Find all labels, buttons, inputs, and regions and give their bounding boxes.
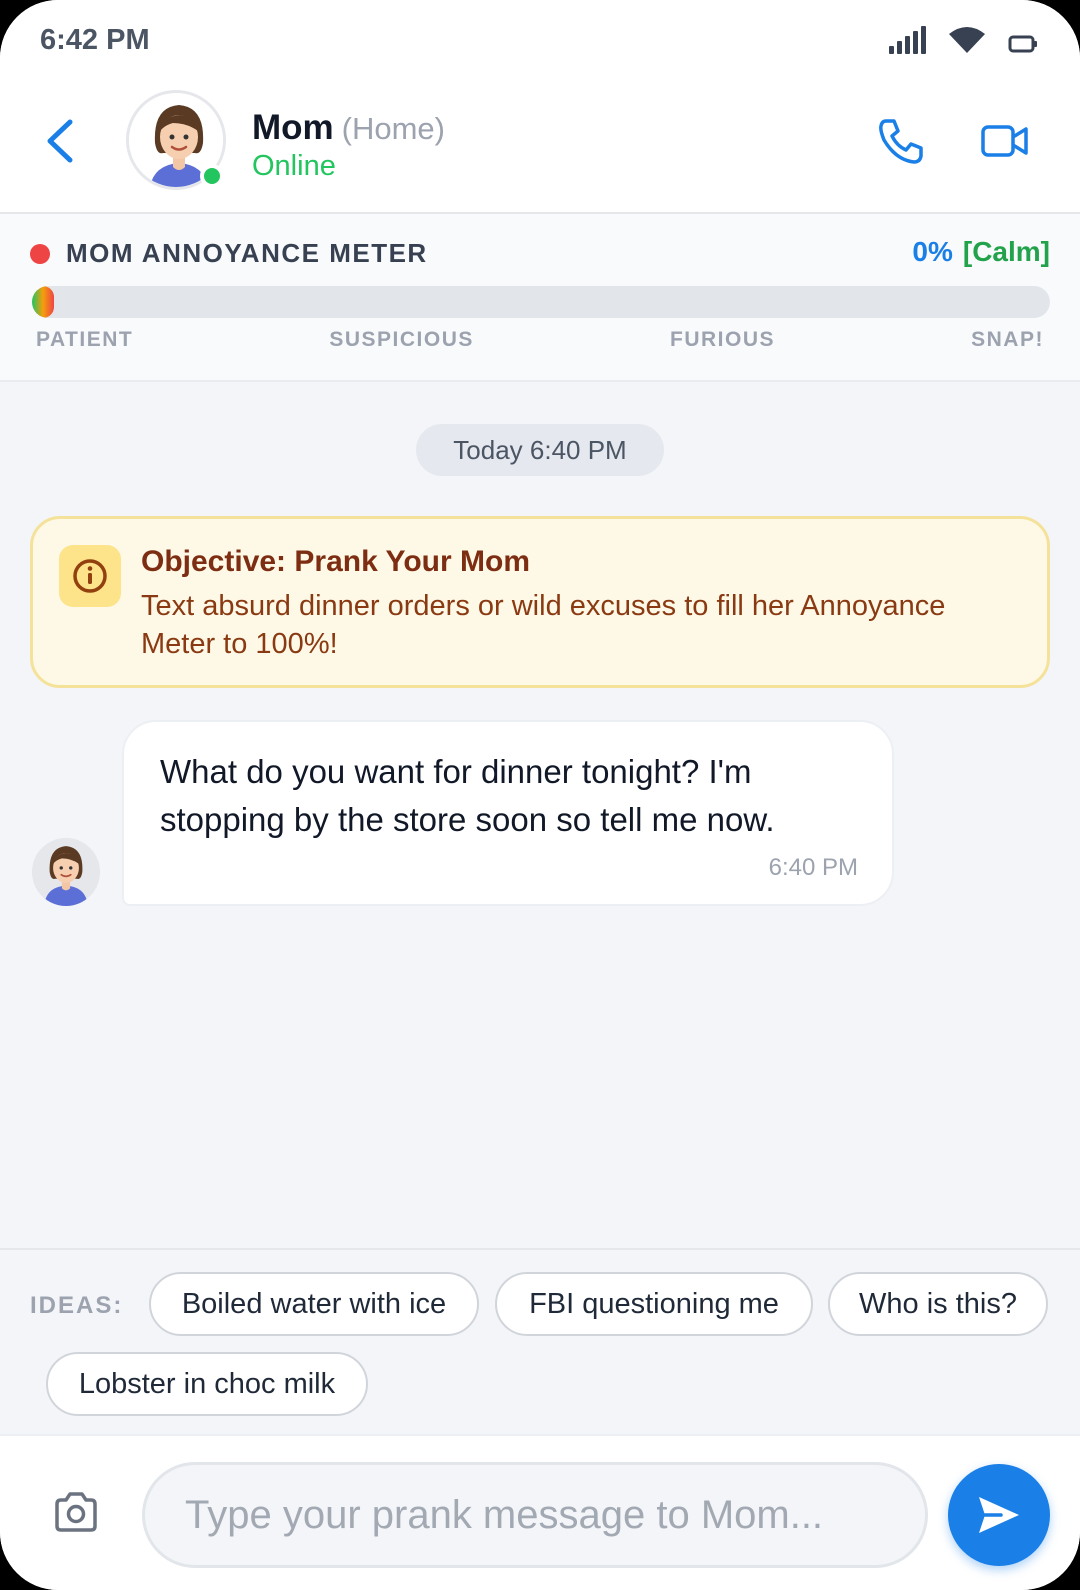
status-time: 6:42 PM [40, 24, 150, 56]
meter-tick-label: PATIENT [36, 328, 134, 351]
meter-value: 0% [Calm] [912, 236, 1050, 268]
message-input[interactable] [142, 1462, 928, 1568]
status-icons [889, 26, 1038, 54]
ideas-panel: IDEAS: Boiled water with ice FBI questio… [0, 1248, 1080, 1434]
message-avatar [32, 838, 100, 906]
status-bar: 6:42 PM [0, 0, 1080, 80]
send-icon [979, 1497, 1019, 1533]
meter-ticks: PATIENT SUSPICIOUS FURIOUS SNAP! [36, 328, 1044, 352]
objective-text: Text absurd dinner orders or wild excuse… [141, 590, 946, 660]
signal-icon [889, 26, 926, 54]
chat-header: Mom (Home) Online [0, 80, 1080, 214]
meter-tick-label: SNAP! [971, 328, 1044, 351]
meter-tick-label: SUSPICIOUS [329, 328, 474, 351]
phone-icon[interactable] [876, 116, 926, 166]
message-time: 6:40 PM [768, 854, 858, 881]
contact-name-text: Mom [252, 108, 334, 147]
message-text: What do you want for dinner tonight? I'm… [160, 753, 775, 838]
contact-name: Mom (Home) [252, 108, 445, 148]
info-icon [59, 545, 121, 607]
battery-icon [1008, 35, 1037, 53]
back-chevron-icon[interactable] [40, 116, 80, 166]
message-bubble[interactable]: What do you want for dinner tonight? I'm… [122, 720, 894, 906]
wifi-icon [949, 27, 985, 53]
contact-location: (Home) [341, 111, 445, 146]
meter-percent: 0% [912, 236, 953, 267]
date-separator: Today 6:40 PM [416, 424, 664, 476]
meter-fill [32, 286, 54, 318]
meter-tick-label: FURIOUS [670, 328, 775, 351]
meter-state-label: [Calm] [962, 236, 1050, 267]
meter-track [32, 286, 1050, 318]
video-camera-icon[interactable] [980, 118, 1030, 164]
meter-title: MOM ANNOYANCE METER [66, 238, 428, 268]
send-button[interactable] [948, 1464, 1050, 1566]
idea-chip[interactable]: Boiled water with ice [149, 1272, 479, 1336]
message-composer [0, 1434, 1080, 1590]
annoyance-meter: MOM ANNOYANCE METER 0% [Calm] PATIENT SUS… [0, 214, 1080, 382]
contact-status: Online [252, 150, 336, 182]
idea-chip[interactable]: FBI questioning me [495, 1272, 813, 1336]
mom-avatar-icon [32, 838, 100, 906]
online-indicator [200, 164, 224, 188]
ideas-label: IDEAS: [30, 1292, 124, 1319]
camera-icon[interactable] [52, 1490, 100, 1534]
meter-status-dot [30, 244, 50, 264]
phone-screen: 6:42 PM Mom (Home) Online MOM ANNOYANCE … [0, 0, 1080, 1590]
idea-chip[interactable]: Who is this? [828, 1272, 1048, 1336]
objective-card: Objective: Prank Your Mom Text absurd di… [30, 516, 1050, 688]
objective-title: Objective: Prank Your Mom [141, 545, 530, 578]
idea-chip[interactable]: Lobster in choc milk [46, 1352, 368, 1416]
